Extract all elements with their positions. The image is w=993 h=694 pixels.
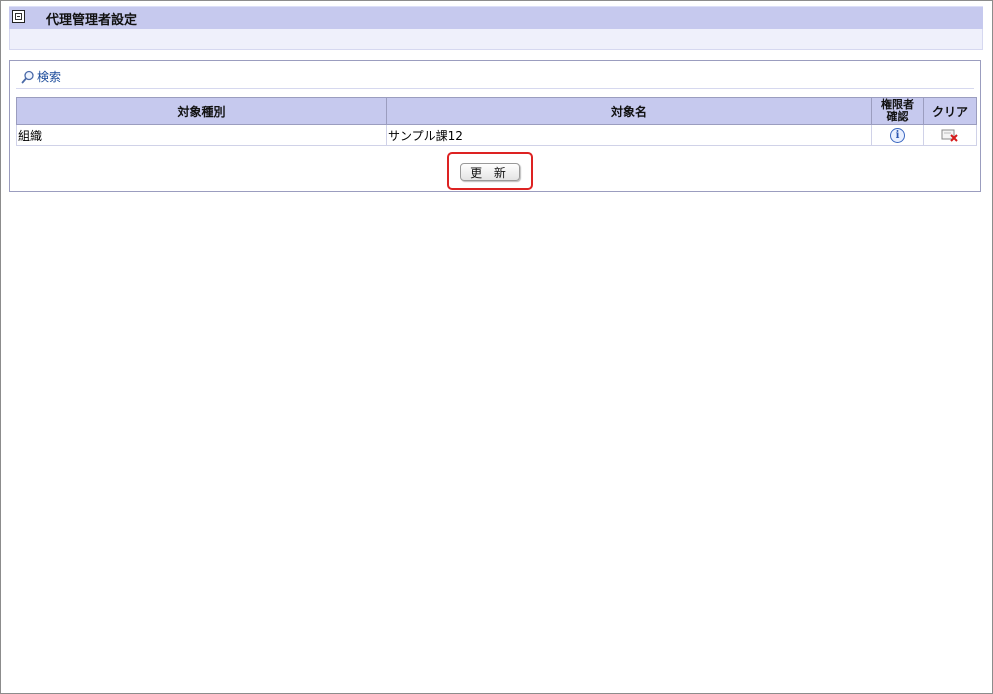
column-header-clear: クリア bbox=[923, 97, 977, 125]
clear-icon[interactable] bbox=[941, 128, 959, 142]
title-subbar bbox=[9, 29, 983, 50]
title-bar: 代理管理者設定 bbox=[9, 6, 983, 29]
cell-confirm: i bbox=[871, 124, 924, 146]
target-table: 対象種別 対象名 権限者 確認 クリア 組織 サンプル課12 i bbox=[16, 97, 977, 146]
window-icon bbox=[12, 10, 25, 23]
info-icon[interactable]: i bbox=[890, 127, 905, 143]
app-frame: 代理管理者設定 検索 対象種別 対象名 権限者 確認 クリア 組織 サンプル課1… bbox=[0, 0, 993, 694]
column-header-confirm-line2: 確認 bbox=[886, 110, 909, 123]
magnifier-icon bbox=[21, 70, 34, 83]
update-button-highlight: 更 新 bbox=[447, 152, 533, 190]
search-label: 検索 bbox=[37, 70, 62, 84]
column-header-type: 対象種別 bbox=[16, 97, 387, 125]
divider bbox=[16, 88, 974, 89]
cell-name: サンプル課12 bbox=[386, 124, 872, 146]
settings-panel: 検索 対象種別 対象名 権限者 確認 クリア 組織 サンプル課12 i 更 新 bbox=[9, 60, 981, 192]
column-header-confirm: 権限者 確認 bbox=[871, 97, 924, 125]
search-link[interactable]: 検索 bbox=[21, 68, 61, 85]
cell-clear bbox=[923, 124, 977, 146]
table-row: 組織 サンプル課12 i bbox=[16, 124, 977, 146]
cell-type: 組織 bbox=[16, 124, 387, 146]
column-header-name: 対象名 bbox=[386, 97, 872, 125]
update-button[interactable]: 更 新 bbox=[460, 163, 520, 181]
page-title: 代理管理者設定 bbox=[46, 13, 138, 28]
table-header-row: 対象種別 対象名 権限者 確認 クリア bbox=[16, 97, 977, 125]
